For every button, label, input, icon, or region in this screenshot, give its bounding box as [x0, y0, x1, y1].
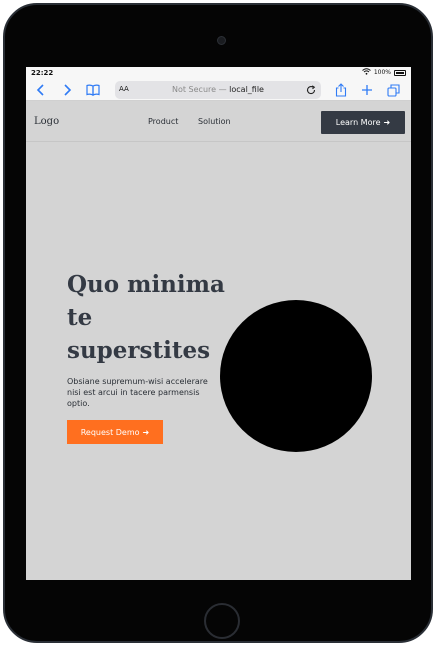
- nav-link-product[interactable]: Product: [148, 117, 178, 126]
- bookmarks-icon[interactable]: [84, 81, 102, 99]
- browser-toolbar: AA Not Secure — local_file: [26, 79, 411, 101]
- reload-icon[interactable]: [304, 83, 318, 97]
- status-bar: 22:22 100%: [26, 67, 411, 79]
- hero-image-circle: [220, 300, 372, 452]
- url-host: local_file: [229, 85, 264, 94]
- learn-more-button[interactable]: Learn More ➜: [321, 111, 405, 134]
- hero-title: Quo minima te superstites: [67, 271, 225, 364]
- tabs-icon[interactable]: [384, 81, 402, 99]
- learn-more-label: Learn More: [335, 118, 381, 127]
- url-security-label: Not Secure —: [172, 85, 227, 94]
- share-icon[interactable]: [332, 81, 350, 99]
- battery-icon: [394, 69, 406, 76]
- front-camera: [217, 36, 226, 45]
- wifi-icon: [362, 68, 371, 77]
- status-time: 22:22: [31, 69, 54, 77]
- address-bar[interactable]: AA Not Secure — local_file: [115, 81, 321, 99]
- arrow-right-icon: ➜: [142, 427, 150, 437]
- url-display[interactable]: Not Secure — local_file: [115, 85, 321, 94]
- back-chevron-icon[interactable]: [32, 81, 50, 99]
- screen: 22:22 100% AA Not Secure — local_file Lo…: [26, 67, 411, 580]
- status-indicators: 100%: [362, 68, 406, 77]
- request-demo-button[interactable]: Request Demo ➜: [67, 420, 163, 444]
- battery-percent: 100%: [373, 69, 391, 76]
- site-navbar: Logo Product Solution Learn More ➜: [26, 102, 411, 142]
- forward-chevron-icon[interactable]: [58, 81, 76, 99]
- arrow-right-icon: ➜: [383, 118, 391, 127]
- home-button[interactable]: [204, 603, 240, 639]
- site-logo[interactable]: Logo: [34, 116, 59, 127]
- request-demo-label: Request Demo: [80, 427, 140, 437]
- hero-description: Obsiane supremum-wisi accelerare nisi es…: [67, 377, 208, 408]
- new-tab-plus-icon[interactable]: [358, 81, 376, 99]
- nav-link-solution[interactable]: Solution: [198, 117, 231, 126]
